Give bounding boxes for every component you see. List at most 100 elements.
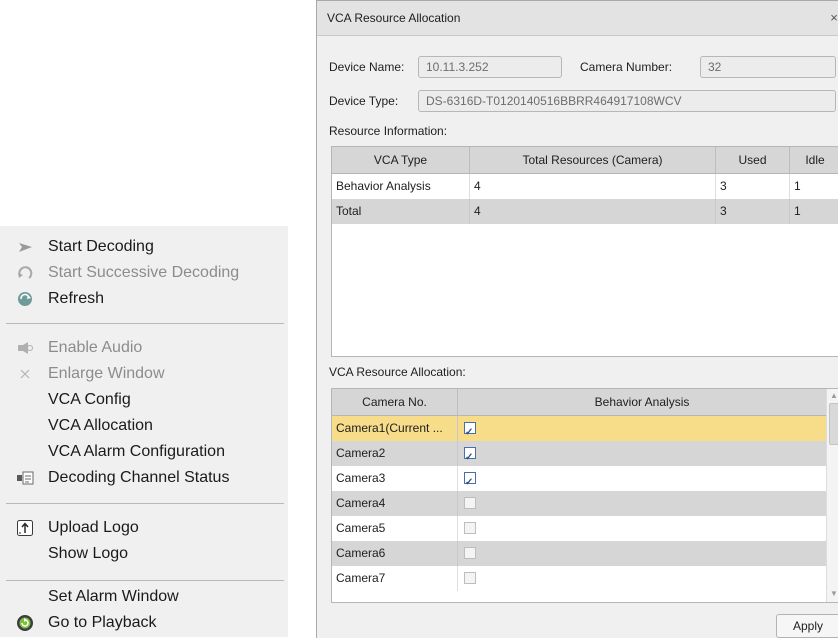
behavior-analysis-checkbox[interactable] xyxy=(464,522,476,534)
menu-separator xyxy=(6,323,284,324)
total-resources-cell: 4 xyxy=(470,174,716,199)
device-name-field[interactable]: 10.11.3.252 xyxy=(418,56,562,78)
menu-item-set-alarm-window[interactable]: Set Alarm Window xyxy=(0,584,288,610)
behavior-analysis-cell xyxy=(458,416,826,441)
behavior-analysis-checkbox[interactable] xyxy=(464,547,476,559)
device-type-field[interactable]: DS-6316D-T0120140516BBRR464917108WCV xyxy=(418,90,836,112)
vertical-scrollbar[interactable]: ▲ ▼ xyxy=(826,389,838,602)
refresh-icon xyxy=(16,290,34,308)
menu-item-enlarge-window[interactable]: Enlarge Window xyxy=(0,361,288,387)
scroll-thumb[interactable] xyxy=(829,403,838,445)
behavior-analysis-cell xyxy=(458,566,826,591)
vca-resource-allocation-label: VCA Resource Allocation: xyxy=(329,365,466,379)
camera-name-cell: Camera5 xyxy=(332,516,458,541)
menu-item-refresh[interactable]: Refresh xyxy=(0,286,288,312)
idle-cell: 1 xyxy=(794,179,801,193)
resource-table-header: VCA Type Total Resources (Camera) Used I… xyxy=(332,147,838,174)
camera-name-cell: Camera2 xyxy=(332,441,458,466)
camera-name-cell: Camera1(Current ... xyxy=(332,416,458,441)
camera-name-cell: Camera6 xyxy=(332,541,458,566)
behavior-analysis-cell xyxy=(458,541,826,566)
apply-button[interactable]: Apply xyxy=(776,614,838,638)
allocation-table-header: Camera No. Behavior Analysis xyxy=(332,389,826,416)
scroll-down-icon[interactable]: ▼ xyxy=(827,588,838,600)
menu-item-label: VCA Allocation xyxy=(48,417,153,434)
menu-item-label: Go to Playback xyxy=(48,614,157,631)
menu-item-show-logo[interactable]: Show Logo xyxy=(0,541,288,567)
behavior-analysis-checkbox[interactable] xyxy=(464,497,476,509)
menu-item-label: Show Logo xyxy=(48,545,129,562)
behavior-analysis-checkbox[interactable] xyxy=(464,445,476,466)
table-row[interactable]: Behavior Analysis 4 3 1 xyxy=(332,174,838,199)
menu-item-label: Enlarge Window xyxy=(48,365,165,382)
device-name-label: Device Name: xyxy=(329,60,405,74)
menu-item-label: VCA Alarm Configuration xyxy=(48,443,225,460)
audio-icon xyxy=(16,339,34,357)
menu-item-vca-allocation[interactable]: VCA Allocation xyxy=(0,413,288,439)
table-row[interactable]: Camera1(Current ... xyxy=(332,416,826,441)
menu-item-label: Refresh xyxy=(48,290,105,307)
play-icon xyxy=(16,238,34,256)
successive-decoding-icon xyxy=(16,264,34,282)
vca-type-cell: Total xyxy=(332,199,470,224)
vca-resource-allocation-dialog: VCA Resource Allocation × Device Name: 1… xyxy=(316,0,838,638)
menu-item-decoding-channel-status[interactable]: Decoding Channel Status xyxy=(0,465,288,491)
menu-item-label: Set Alarm Window xyxy=(48,588,179,605)
channel-status-icon xyxy=(16,469,34,487)
table-row[interactable]: Camera5 xyxy=(332,516,826,541)
column-header-vca-type[interactable]: VCA Type xyxy=(332,147,470,173)
menu-item-enable-audio[interactable]: Enable Audio xyxy=(0,335,288,361)
menu-item-label: VCA Config xyxy=(48,391,131,408)
menu-separator xyxy=(6,580,284,581)
resource-information-label: Resource Information: xyxy=(329,124,448,138)
close-icon[interactable]: × xyxy=(825,9,838,27)
behavior-analysis-checkbox[interactable] xyxy=(464,470,476,491)
resource-table: VCA Type Total Resources (Camera) Used I… xyxy=(331,146,838,357)
total-resources-cell: 4 xyxy=(470,199,716,224)
allocation-table: Camera No. Behavior Analysis Camera1(Cur… xyxy=(331,388,838,603)
enlarge-icon xyxy=(16,365,34,383)
behavior-analysis-checkbox[interactable] xyxy=(464,572,476,584)
behavior-analysis-cell xyxy=(458,466,826,491)
menu-item-start-decoding[interactable]: Start Decoding xyxy=(0,234,288,260)
menu-item-start-successive-decoding[interactable]: Start Successive Decoding xyxy=(0,260,288,286)
dialog-title: VCA Resource Allocation xyxy=(327,11,461,25)
menu-item-label: Start Successive Decoding xyxy=(48,264,240,281)
upload-icon xyxy=(16,519,34,537)
column-header-idle[interactable]: Idle xyxy=(790,147,838,173)
menu-item-upload-logo[interactable]: Upload Logo xyxy=(0,515,288,541)
used-cell: 3 xyxy=(716,199,790,224)
vca-type-cell: Behavior Analysis xyxy=(332,174,470,199)
menu-item-label: Decoding Channel Status xyxy=(48,469,230,486)
menu-item-vca-config[interactable]: VCA Config xyxy=(0,387,288,413)
table-row[interactable]: Camera6 xyxy=(332,541,826,566)
table-row[interactable]: Camera7 xyxy=(332,566,826,591)
menu-item-label: Upload Logo xyxy=(48,519,139,536)
playback-icon xyxy=(16,614,34,632)
camera-name-cell: Camera3 xyxy=(332,466,458,491)
scroll-up-icon[interactable]: ▲ xyxy=(827,390,838,402)
column-header-camera-no[interactable]: Camera No. xyxy=(332,389,458,415)
menu-item-vca-alarm-configuration[interactable]: VCA Alarm Configuration xyxy=(0,439,288,465)
device-type-label: Device Type: xyxy=(329,94,399,108)
table-row[interactable]: Camera4 xyxy=(332,491,826,516)
column-header-behavior-analysis[interactable]: Behavior Analysis xyxy=(458,389,826,415)
context-menu: Start Decoding Start Successive Decoding… xyxy=(0,226,288,637)
camera-name-cell: Camera7 xyxy=(332,566,458,591)
dialog-titlebar[interactable]: VCA Resource Allocation × xyxy=(317,1,838,36)
column-header-used[interactable]: Used xyxy=(716,147,790,173)
idle-cell: 1 xyxy=(794,204,801,218)
table-row[interactable]: Camera2 xyxy=(332,441,826,466)
behavior-analysis-checkbox[interactable] xyxy=(464,420,476,441)
behavior-analysis-cell xyxy=(458,441,826,466)
table-row[interactable]: Total 4 3 1 xyxy=(332,199,838,224)
camera-name-cell: Camera4 xyxy=(332,491,458,516)
menu-item-label: Enable Audio xyxy=(48,339,143,356)
behavior-analysis-cell xyxy=(458,491,826,516)
column-header-total-resources[interactable]: Total Resources (Camera) xyxy=(470,147,716,173)
camera-number-field[interactable]: 32 xyxy=(700,56,836,78)
used-cell: 3 xyxy=(716,174,790,199)
menu-item-label: Start Decoding xyxy=(48,238,154,255)
menu-item-go-to-playback[interactable]: Go to Playback xyxy=(0,610,288,636)
table-row[interactable]: Camera3 xyxy=(332,466,826,491)
